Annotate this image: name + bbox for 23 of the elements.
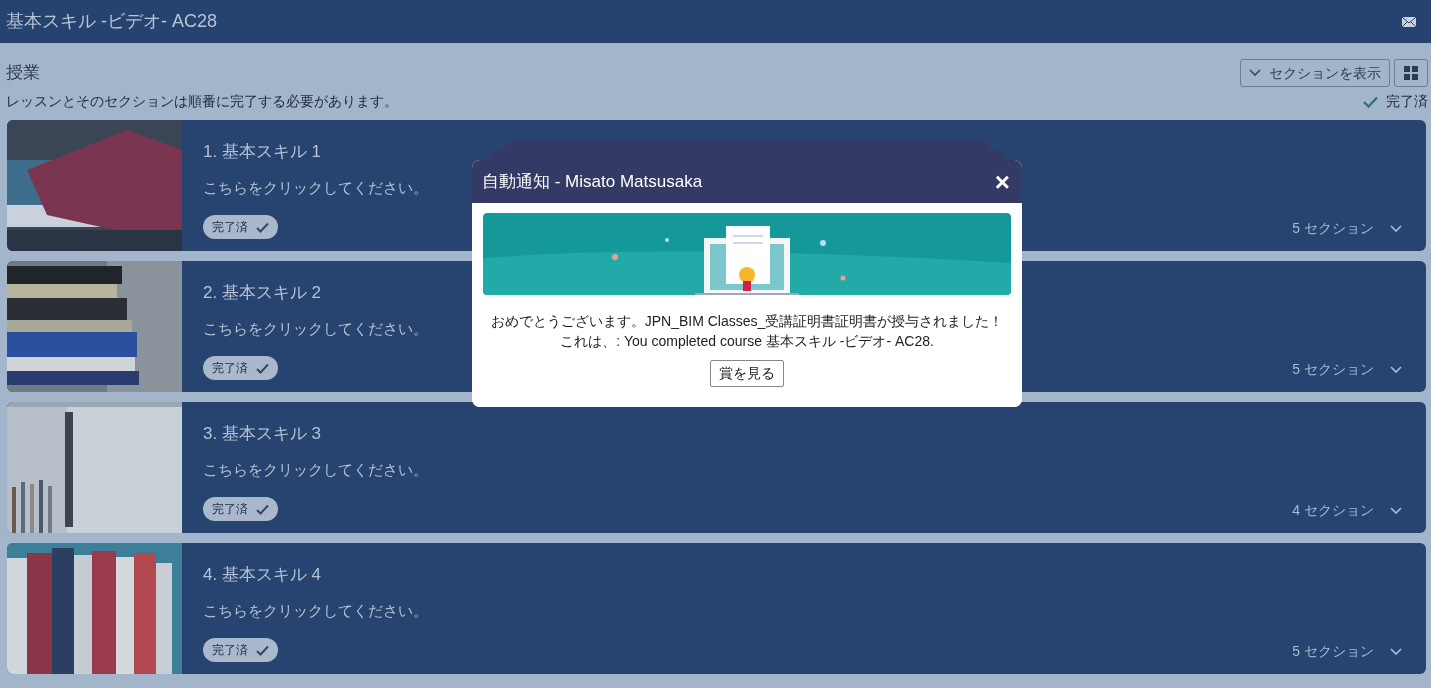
completed-badge: 完了済 xyxy=(203,497,278,521)
notification-message: これは、: You completed course 基本スキル -ビデオ- AC28. xyxy=(559,332,935,352)
lesson-description: こちらをクリックしてください。 xyxy=(203,177,428,198)
completion-status: 完了済 xyxy=(1386,92,1428,111)
completed-badge: 完了済 xyxy=(203,215,278,239)
course-title: 基本スキル -ビデオ- AC28 xyxy=(6,10,218,33)
lesson-title: 1. 基本スキル 1 xyxy=(203,141,322,163)
lesson-description: こちらをクリックしてください。 xyxy=(203,459,428,480)
lesson-description: こちらをクリックしてください。 xyxy=(203,318,428,339)
lesson-title: 2. 基本スキル 2 xyxy=(203,282,322,304)
completed-badge: 完了済 xyxy=(203,356,278,380)
section-count: 5 セクション xyxy=(1292,360,1374,379)
lesson-title: 4. 基本スキル 4 xyxy=(203,564,322,586)
section-count: 4 セクション xyxy=(1292,501,1374,520)
order-note: レッスンとそのセクションは順番に完了する必要があります。 xyxy=(6,92,398,111)
lesson-description: こちらをクリックしてください。 xyxy=(203,600,428,621)
lesson-title: 3. 基本スキル 3 xyxy=(203,423,322,445)
notification-message: おめでとうございます。JPN_BIM Classes_受講証明書証明書が授与されました！ xyxy=(489,312,1005,331)
completed-badge: 完了済 xyxy=(203,638,278,662)
section-count: 5 セクション xyxy=(1292,219,1374,238)
section-heading: 授業 xyxy=(6,62,40,85)
notification-title: 自動通知 - Misato Matsusaka xyxy=(482,170,703,193)
section-count: 5 セクション xyxy=(1292,642,1374,661)
